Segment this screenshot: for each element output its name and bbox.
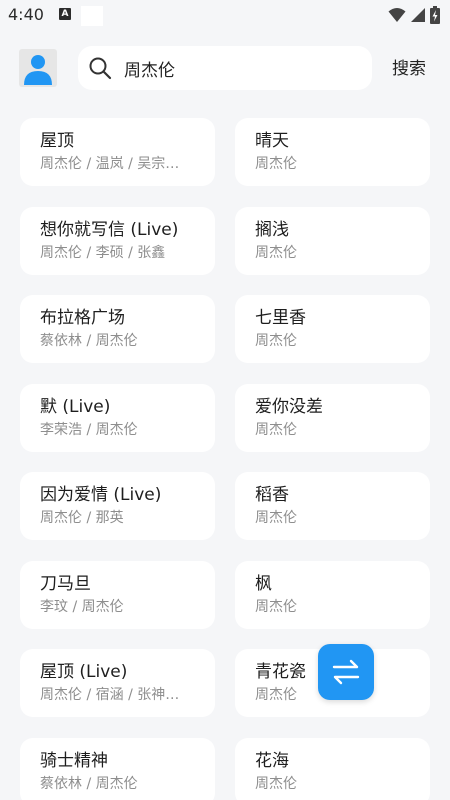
song-card[interactable]: 刀马旦 李玟 / 周杰伦 <box>20 561 215 629</box>
song-card[interactable]: 晴天 周杰伦 <box>235 118 430 186</box>
song-artist: 周杰伦 / 那英 <box>40 510 124 526</box>
song-title: 稻香 <box>255 485 289 505</box>
song-list: 屋顶 周杰伦 / 温岚 / 吴宗… 晴天 周杰伦 想你就写信 (Live) 周杰… <box>0 0 450 800</box>
song-artist: 李玟 / 周杰伦 <box>40 599 124 615</box>
song-artist: 周杰伦 / 李硕 / 张鑫 <box>40 245 166 261</box>
song-artist: 蔡依林 / 周杰伦 <box>40 333 138 349</box>
song-title: 布拉格广场 <box>40 308 125 328</box>
song-card[interactable]: 爱你没差 周杰伦 <box>235 384 430 452</box>
song-artist: 蔡依林 / 周杰伦 <box>40 776 138 792</box>
song-card[interactable]: 花海 周杰伦 <box>235 738 430 800</box>
song-title: 枫 <box>255 574 272 594</box>
song-title: 默 (Live) <box>40 397 111 417</box>
song-artist: 周杰伦 <box>255 333 297 349</box>
song-title: 想你就写信 (Live) <box>40 220 179 240</box>
song-artist: 周杰伦 <box>255 599 297 615</box>
song-artist: 周杰伦 <box>255 245 297 261</box>
song-card[interactable]: 默 (Live) 李荣浩 / 周杰伦 <box>20 384 215 452</box>
song-title: 骑士精神 <box>40 751 108 771</box>
swap-fab-button[interactable] <box>318 644 374 700</box>
song-card[interactable]: 因为爱情 (Live) 周杰伦 / 那英 <box>20 472 215 540</box>
song-title: 因为爱情 (Live) <box>40 485 162 505</box>
song-artist: 周杰伦 <box>255 422 297 438</box>
song-artist: 周杰伦 / 温岚 / 吴宗… <box>40 156 180 172</box>
song-card[interactable]: 布拉格广场 蔡依林 / 周杰伦 <box>20 295 215 363</box>
song-card[interactable]: 稻香 周杰伦 <box>235 472 430 540</box>
song-card[interactable]: 想你就写信 (Live) 周杰伦 / 李硕 / 张鑫 <box>20 207 215 275</box>
song-artist: 周杰伦 / 宿涵 / 张神… <box>40 687 180 703</box>
song-card[interactable]: 枫 周杰伦 <box>235 561 430 629</box>
song-artist: 周杰伦 <box>255 776 297 792</box>
song-title: 晴天 <box>255 131 289 151</box>
app-screen: 4:40 A 搜索 <box>0 0 450 800</box>
swap-arrows-icon <box>332 659 360 685</box>
song-title: 屋顶 <box>40 131 74 151</box>
song-title: 搁浅 <box>255 220 289 240</box>
song-title: 七里香 <box>255 308 306 328</box>
song-artist: 李荣浩 / 周杰伦 <box>40 422 138 438</box>
song-card[interactable]: 屋顶 周杰伦 / 温岚 / 吴宗… <box>20 118 215 186</box>
song-artist: 周杰伦 <box>255 510 297 526</box>
song-title: 屋顶 (Live) <box>40 662 128 682</box>
song-card[interactable]: 骑士精神 蔡依林 / 周杰伦 <box>20 738 215 800</box>
song-card[interactable]: 搁浅 周杰伦 <box>235 207 430 275</box>
song-title: 爱你没差 <box>255 397 323 417</box>
song-card[interactable]: 屋顶 (Live) 周杰伦 / 宿涵 / 张神… <box>20 649 215 717</box>
song-card[interactable]: 七里香 周杰伦 <box>235 295 430 363</box>
song-title: 刀马旦 <box>40 574 91 594</box>
song-title: 花海 <box>255 751 289 771</box>
song-artist: 周杰伦 <box>255 156 297 172</box>
